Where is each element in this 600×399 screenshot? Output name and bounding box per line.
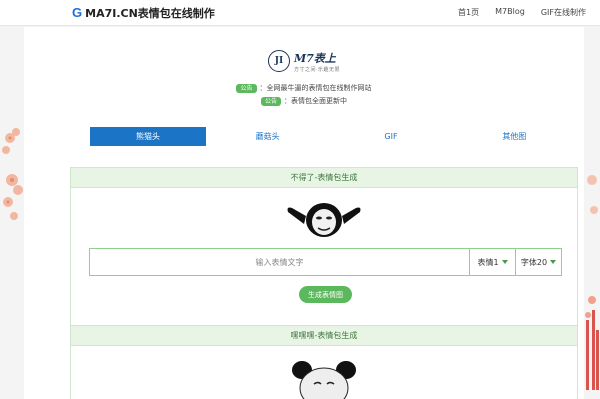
notice-text: ：全网最牛逼的表情包在线制作网站 [259,84,372,92]
panel-title: 不得了-表情包生成 [71,168,577,188]
notice-badge: 公告 [236,83,257,93]
chevron-down-icon [501,260,508,264]
nav-link-home[interactable]: 首1页 [458,7,479,18]
logo-mark-icon: JI [267,50,290,72]
panel-title: 嘿嘿嘿-表情包生成 [71,326,577,346]
blossom-left-decoration [2,128,23,220]
meme-text-input[interactable] [90,249,469,275]
text-input-row: 表情1 字体20 [89,248,562,276]
brand-g-icon: G [72,5,83,20]
logo-title: M7表上 [293,51,336,65]
tab-other[interactable]: 其他图 [453,127,576,146]
brand-title: MA7I.CN表情包在线制作 [85,6,215,20]
face-select-value: 表情1 [477,257,499,267]
meme-generator-panel: 不得了-表情包生成 表情1 字体20 生成表情图 [70,167,578,339]
blossom-right-decoration [585,175,599,390]
top-navbar: G MA7I.CN表情包在线制作 首1页 M7Blog GIF在线制作 [0,0,600,26]
notice-line: 公告 ：表情包全面更新中 [24,96,584,106]
notice-badge: 公告 [260,96,281,106]
category-tabs: 熊猫头 蘑菇头 GIF 其他图 [90,127,576,146]
generate-meme-button[interactable]: 生成表情图 [299,286,352,303]
nav-link-gif-maker[interactable]: GIF在线制作 [541,7,586,18]
face-select[interactable]: 表情1 [469,249,515,275]
panda-meme-image-2 [284,354,364,399]
logo-area: JI M7表上 方寸之间·乐趣无限 [24,37,584,85]
main-content: JI M7表上 方寸之间·乐趣无限 公告 ：全网最牛逼的表情包在线制作网站 公告… [24,27,584,399]
tab-mushroom-head[interactable]: 蘑菇头 [206,127,329,146]
notice-text: ：表情包全面更新中 [284,97,347,105]
font-select-value: 字体20 [520,257,548,267]
font-size-select[interactable]: 字体20 [515,249,561,275]
nav-link-blog[interactable]: M7Blog [495,7,525,18]
logo-subtitle: 方寸之间·乐趣无限 [293,66,341,73]
panda-meme-image [284,198,364,240]
chevron-down-icon [550,260,557,264]
top-nav-links: 首1页 M7Blog GIF在线制作 [458,7,586,18]
site-brand[interactable]: G MA7I.CN表情包在线制作 [72,5,215,21]
tab-panda-head[interactable]: 熊猫头 [90,127,206,146]
site-logo[interactable]: JI M7表上 方寸之间·乐趣无限 [267,37,341,85]
notice-line: 公告 ：全网最牛逼的表情包在线制作网站 [24,83,584,93]
tab-gif[interactable]: GIF [329,127,452,146]
meme-generator-panel-2: 嘿嘿嘿-表情包生成 [70,325,578,399]
